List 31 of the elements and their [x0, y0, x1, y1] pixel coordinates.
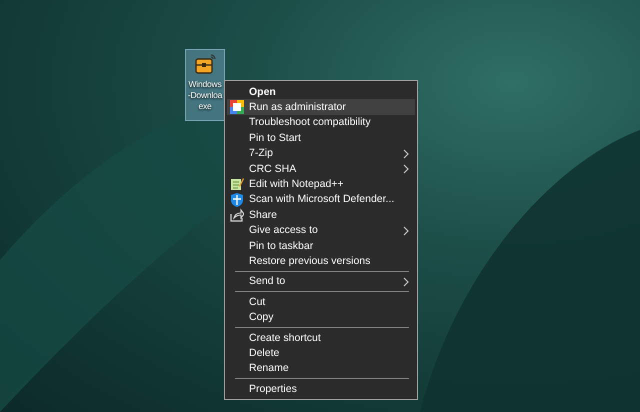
menu-item[interactable]: Send to	[227, 274, 415, 290]
menu-item[interactable]: Give access to	[227, 222, 415, 238]
menu-item[interactable]: Open	[227, 84, 415, 100]
chevron-right-icon	[403, 148, 409, 159]
menu-item[interactable]: Pin to taskbar	[227, 238, 415, 254]
menu-item[interactable]: Pin to Start	[227, 130, 415, 146]
menu-item[interactable]: Copy	[227, 309, 415, 325]
menu-item[interactable]: CRC SHA	[227, 160, 415, 176]
file-name-label: -Downloa	[188, 90, 222, 101]
menu-item[interactable]: 7-Zip	[227, 146, 415, 161]
share-icon	[230, 208, 244, 222]
file-name-label: Windows	[188, 79, 222, 90]
menu-item[interactable]: Rename	[227, 360, 415, 376]
desktop-file-icon[interactable]: Windows -Downloa exe	[186, 50, 224, 120]
menu-item[interactable]: Run as administrator	[227, 99, 415, 115]
menu-item[interactable]: Properties	[227, 381, 415, 396]
colorful-square-icon	[230, 100, 244, 114]
menu-item[interactable]: Scan with Microsoft Defender...	[227, 192, 415, 208]
notepad-icon	[230, 177, 244, 192]
menu-item[interactable]: Edit with Notepad++	[227, 176, 415, 192]
chevron-right-icon	[403, 164, 409, 174]
menu-item[interactable]: Delete	[227, 345, 415, 361]
chevron-right-icon	[403, 276, 409, 287]
file-name-label: exe	[198, 101, 212, 112]
shield-icon	[230, 192, 244, 207]
menu-item[interactable]: Troubleshoot compatibility	[227, 114, 415, 130]
menu-item[interactable]: Create shortcut	[227, 330, 415, 346]
menu-item[interactable]: Cut	[227, 294, 415, 310]
chevron-right-icon	[403, 226, 409, 236]
menu-item[interactable]: Restore previous versions	[227, 253, 415, 269]
menu-item[interactable]: Share	[227, 207, 415, 223]
